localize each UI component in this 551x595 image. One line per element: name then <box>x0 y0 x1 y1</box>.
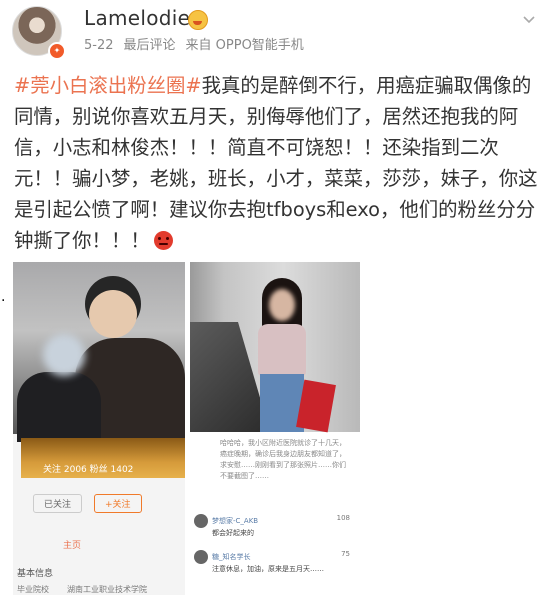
photo-figure <box>43 334 85 376</box>
comment: 梦想家-C_AKB 108 都会好起来的 <box>194 514 354 538</box>
follow-button: +关注 <box>94 494 142 513</box>
username[interactable]: Lamelodie <box>84 6 190 30</box>
photo-couple <box>13 262 185 442</box>
post-body: 我真的是醉倒不行，用癌症骗取偶像的同情，别说你喜欢五月天，别侮辱他们了，居然还抱… <box>14 74 538 252</box>
comment: 糖_知名学长 75 注意休息，加油，原来是五月天…… <box>194 550 354 574</box>
vip-icon <box>188 10 208 30</box>
photo-figure <box>269 289 295 321</box>
comment-avatar <box>194 550 208 564</box>
post-text: #莞小白滚出粉丝圈#我真的是醉倒不行，用癌症骗取偶像的同情，别说你喜欢五月天，别… <box>14 70 540 256</box>
post-source: 来自 OPPO智能手机 <box>185 38 304 53</box>
avatar-badge: ✦ <box>48 42 66 60</box>
attached-image-left[interactable]: 关注 2006 粉丝 1402 已关注 +关注 主页 基本信息 毕业院校 湖南工业职… <box>13 262 185 595</box>
comment-likes: 108 <box>336 514 350 522</box>
profile-tab: 主页 <box>63 541 82 551</box>
post-action: 最后评论 <box>123 38 176 53</box>
photo-figure <box>17 372 101 442</box>
stray-mark: . <box>1 289 6 305</box>
info-label: 毕业院校 <box>17 585 49 594</box>
comment-name: 糖_知名学长 <box>212 553 251 561</box>
photo-figure <box>296 379 336 433</box>
angry-face-icon <box>153 231 173 250</box>
followed-button: 已关注 <box>33 494 83 513</box>
chevron-down-icon[interactable] <box>521 12 537 28</box>
comment-avatar <box>194 514 208 528</box>
comment-body: 注意休息，加油，原来是五月天…… <box>212 565 324 573</box>
photo-figure <box>89 290 137 338</box>
profile-buttons: 已关注 +关注 <box>33 494 154 513</box>
comment-body: 都会好起来的 <box>212 529 254 537</box>
photo-figure <box>258 324 306 376</box>
profile-stats: 关注 2006 粉丝 1402 <box>43 465 134 475</box>
info-value: 湖南工业职业技术学院 <box>67 585 147 594</box>
post-date: 5-22 <box>84 38 114 53</box>
comment-name: 梦想家-C_AKB <box>212 517 259 525</box>
comment-likes: 75 <box>341 550 350 558</box>
hashtag-link[interactable]: #莞小白滚出粉丝圈# <box>14 74 202 97</box>
info-title: 基本信息 <box>17 569 54 579</box>
post-meta: 5-22 最后评论 来自 OPPO智能手机 <box>84 34 314 53</box>
info-row: 毕业院校 湖南工业职业技术学院 <box>17 584 147 595</box>
attached-image-right[interactable]: 哈哈哈，我小区附近医院就诊了十几天，癌症晚期，确诊后我身边朋友都知道了，求安慰…… <box>190 262 360 595</box>
caption: 哈哈哈，我小区附近医院就诊了十几天，癌症晚期，确诊后我身边朋友都知道了，求安慰…… <box>220 439 346 480</box>
photo-escalator <box>190 262 360 433</box>
